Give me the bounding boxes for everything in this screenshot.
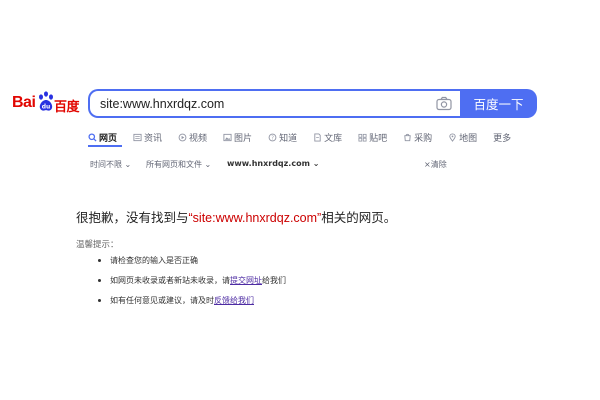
shopping-icon <box>404 133 411 141</box>
camera-icon[interactable] <box>436 96 452 111</box>
forum-icon <box>358 133 367 142</box>
video-icon <box>178 133 187 141</box>
submit-url-link[interactable]: 提交网址 <box>230 276 262 285</box>
feedback-link[interactable]: 反馈给我们 <box>214 296 254 305</box>
baidu-logo[interactable]: Bai du 百度 <box>12 91 82 115</box>
paw-logo-icon: du <box>39 91 53 111</box>
tab-label: 地图 <box>459 133 478 144</box>
chevron-down-icon: ⌄ <box>312 159 320 168</box>
no-results-prefix: 很抱歉，没有找到与 <box>76 210 189 225</box>
tab-label: 网页 <box>99 133 118 144</box>
close-icon: × <box>424 160 431 169</box>
tab-label: 视频 <box>189 133 208 144</box>
clear-filters-button[interactable]: ×清除 <box>424 159 447 170</box>
tips-list: 请检查您的输入是否正确 如网页未收录或者新站未收录，请提交网址给我们 如有任何意… <box>98 255 286 315</box>
search-input[interactable] <box>100 95 430 113</box>
tip-text: 如网页未收录或者新站未收录，请 <box>110 276 230 285</box>
list-item: 如有任何意见或建议，请及时反馈给我们 <box>98 295 286 315</box>
tip-text: 如有任何意见或建议，请及时 <box>110 296 214 305</box>
tab-wenku[interactable]: 文库 <box>313 131 342 144</box>
tab-label: 更多 <box>493 133 512 144</box>
tab-more[interactable]: 更多 <box>493 131 511 144</box>
no-results-query: “site:www.hnxrdqz.com” <box>188 211 322 225</box>
tab-caigou[interactable]: 采购 <box>403 131 432 144</box>
news-icon <box>133 133 142 141</box>
filter-site[interactable]: www.hnxrdqz.com ⌄ <box>227 159 319 168</box>
tab-label: 采购 <box>414 133 433 144</box>
search-button[interactable]: 百度一下 <box>460 89 537 118</box>
no-results-message: 很抱歉，没有找到与“site:www.hnxrdqz.com”相关的网页。 <box>76 207 396 226</box>
tab-label: 文库 <box>324 133 343 144</box>
chevron-down-icon: ⌄ <box>124 160 132 169</box>
filter-type-label: 所有网页和文件 <box>146 160 202 169</box>
active-tab-indicator <box>88 145 122 147</box>
list-item: 请检查您的输入是否正确 <box>98 255 286 275</box>
svg-text:du: du <box>42 104 51 111</box>
filter-time[interactable]: 时间不限 ⌄ <box>90 159 131 170</box>
tab-images[interactable]: 图片 <box>223 131 252 144</box>
tab-news[interactable]: 资讯 <box>133 131 162 144</box>
filter-type[interactable]: 所有网页和文件 ⌄ <box>146 159 211 170</box>
no-results-suffix: 相关的网页。 <box>321 210 397 225</box>
tab-web[interactable]: 网页 <box>88 131 117 144</box>
tab-label: 贴吧 <box>369 133 388 144</box>
search-filters: 时间不限 ⌄ 所有网页和文件 ⌄ www.hnxrdqz.com ⌄ ×清除 <box>88 159 548 171</box>
tab-zhidao[interactable]: ? 知道 <box>268 131 297 144</box>
tab-label: 图片 <box>234 133 253 144</box>
logo-text-du: 百度 <box>54 100 80 115</box>
chevron-down-icon: ⌄ <box>204 160 212 169</box>
tip-text: 请检查您的输入是否正确 <box>110 256 198 265</box>
question-icon: ? <box>268 133 277 141</box>
tab-tieba[interactable]: 贴吧 <box>358 131 387 144</box>
tab-label: 知道 <box>279 133 298 144</box>
document-icon <box>314 132 321 142</box>
tips-title: 温馨提示： <box>76 240 119 250</box>
search-tabs: 网页 资讯 视频 图片 ? 知道 文库 贴吧 采购 地图 更多 <box>88 130 527 144</box>
tab-label: 资讯 <box>144 133 163 144</box>
image-icon <box>223 133 232 141</box>
filter-site-label: www.hnxrdqz.com <box>227 159 310 168</box>
filter-time-label: 时间不限 <box>90 160 122 169</box>
tab-video[interactable]: 视频 <box>178 131 207 144</box>
svg-text:?: ? <box>271 135 274 141</box>
tip-text: 给我们 <box>262 276 286 285</box>
search-box <box>88 89 460 118</box>
logo-text-bai: Bai <box>12 94 36 111</box>
clear-label: 清除 <box>430 160 447 169</box>
map-icon <box>449 132 456 142</box>
tab-map[interactable]: 地图 <box>448 131 477 144</box>
list-item: 如网页未收录或者新站未收录，请提交网址给我们 <box>98 275 286 295</box>
search-icon <box>88 132 97 142</box>
